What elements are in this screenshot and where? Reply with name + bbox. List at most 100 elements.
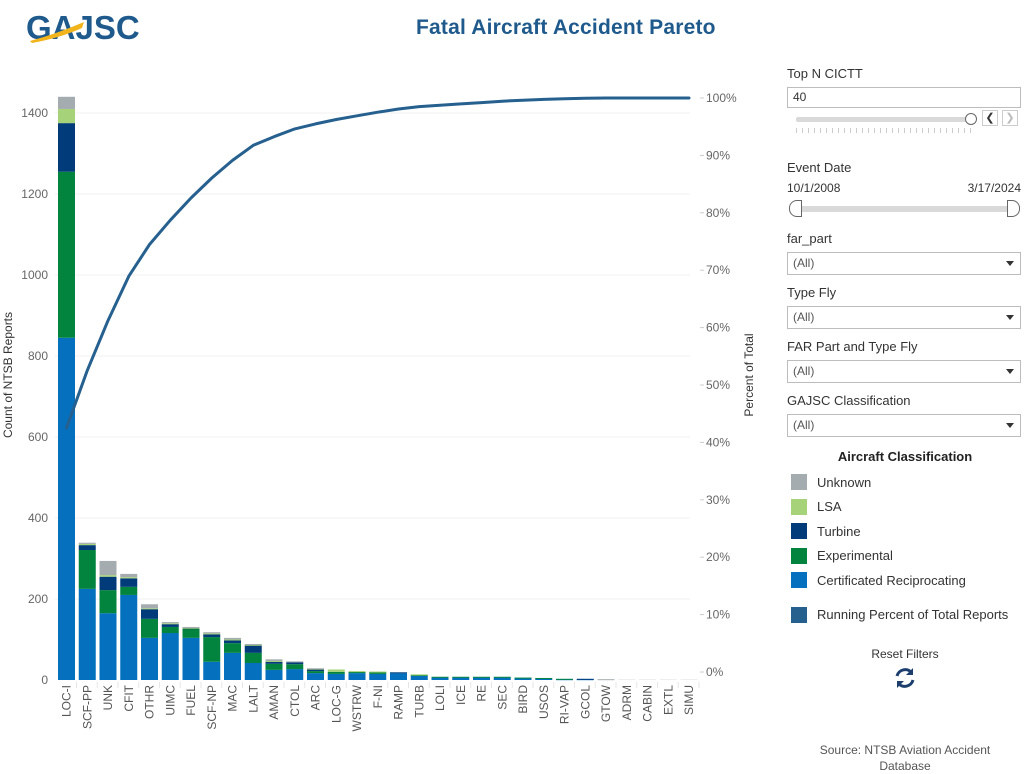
- bar-segment-lsa[interactable]: [410, 674, 428, 676]
- gajsc-classification-select[interactable]: (All): [787, 414, 1021, 437]
- bar-segment-empty[interactable]: [618, 679, 636, 680]
- bar-segment-experimental[interactable]: [514, 677, 532, 679]
- legend-item-certificated-reciprocating[interactable]: Certificated Reciprocating: [787, 568, 1023, 593]
- bar-segment-lsa[interactable]: [120, 577, 138, 579]
- bar-segment-experimental[interactable]: [203, 637, 221, 662]
- top-n-next-button[interactable]: ❯: [1002, 110, 1018, 126]
- event-date-track[interactable]: [793, 206, 1015, 212]
- bar-segment-turbine[interactable]: [203, 634, 221, 638]
- legend-item-unknown[interactable]: Unknown: [787, 470, 1023, 495]
- bar-segment-unknown[interactable]: [120, 573, 138, 578]
- event-date-start-handle[interactable]: [789, 200, 802, 217]
- bar-segment-experimental[interactable]: [286, 664, 304, 670]
- bar-segment-certificated-reciprocating[interactable]: [369, 673, 387, 680]
- bar-segment-certificated-reciprocating[interactable]: [286, 669, 304, 680]
- bar-segment-experimental[interactable]: [556, 678, 573, 680]
- bar-segment-lsa[interactable]: [348, 671, 366, 673]
- bar-segment-lsa[interactable]: [99, 575, 117, 577]
- bar-segment-lsa[interactable]: [161, 623, 179, 625]
- bar-segment-unknown[interactable]: [78, 542, 96, 544]
- bar-segment-unknown[interactable]: [203, 632, 221, 634]
- bar-segment-certificated-reciprocating[interactable]: [203, 661, 221, 680]
- legend-item-lsa[interactable]: LSA: [787, 495, 1023, 520]
- bar-segment-lsa[interactable]: [224, 639, 241, 641]
- bar-segment-unknown[interactable]: [182, 626, 200, 628]
- top-n-slider[interactable]: ❮ ❯: [787, 108, 1023, 138]
- bar-segment-certificated-reciprocating[interactable]: [452, 677, 470, 680]
- bar-segment-experimental[interactable]: [452, 676, 470, 678]
- bar-segment-experimental[interactable]: [120, 586, 138, 595]
- bar-segment-unknown[interactable]: [597, 679, 615, 681]
- bar-segment-experimental[interactable]: [161, 626, 179, 634]
- bar-segment-certificated-reciprocating[interactable]: [327, 673, 345, 680]
- top-n-prev-button[interactable]: ❮: [982, 110, 998, 126]
- legend-item-experimental[interactable]: Experimental: [787, 544, 1023, 569]
- bar-segment-unknown[interactable]: [141, 604, 158, 609]
- far-part-type-fly-select[interactable]: (All): [787, 360, 1021, 383]
- event-date-end-handle[interactable]: [1007, 200, 1020, 217]
- bar-segment-lsa[interactable]: [141, 608, 158, 610]
- bar-segment-experimental[interactable]: [58, 171, 75, 338]
- top-n-slider-thumb[interactable]: [965, 113, 977, 125]
- bar-segment-unknown[interactable]: [307, 668, 324, 670]
- event-date-range-slider[interactable]: [787, 199, 1023, 221]
- bar-segment-turbine[interactable]: [141, 609, 158, 619]
- bar-segment-turbine[interactable]: [58, 123, 75, 172]
- bar-segment-certificated-reciprocating[interactable]: [141, 637, 158, 680]
- bar-segment-turbine[interactable]: [161, 624, 179, 627]
- top-n-input[interactable]: 40: [787, 87, 1021, 108]
- bar-segment-lsa[interactable]: [58, 108, 75, 124]
- bar-segment-unknown[interactable]: [286, 661, 304, 663]
- bar-segment-experimental[interactable]: [141, 618, 158, 638]
- bar-segment-lsa[interactable]: [327, 669, 345, 672]
- bar-segment-unknown[interactable]: [244, 643, 262, 645]
- bar-segment-unknown[interactable]: [58, 96, 75, 109]
- bar-segment-unknown[interactable]: [224, 637, 241, 640]
- bar-segment-turbine[interactable]: [120, 578, 138, 587]
- bar-segment-certificated-reciprocating[interactable]: [348, 673, 366, 680]
- running-percent-line[interactable]: [65, 96, 691, 430]
- bar-segment-experimental[interactable]: [99, 590, 117, 614]
- bar-segment-experimental[interactable]: [535, 677, 553, 679]
- bar-segment-certificated-reciprocating[interactable]: [182, 637, 200, 680]
- bar-segment-certificated-reciprocating[interactable]: [473, 677, 490, 680]
- bar-segment-experimental[interactable]: [224, 643, 241, 653]
- bar-segment-lsa[interactable]: [78, 543, 96, 546]
- bar-segment-experimental[interactable]: [327, 671, 345, 674]
- bar-segment-turbine[interactable]: [244, 645, 262, 653]
- bar-segment-certificated-reciprocating[interactable]: [58, 337, 75, 680]
- bar-segment-certificated-reciprocating[interactable]: [410, 675, 428, 680]
- type-fly-select[interactable]: (All): [787, 306, 1021, 329]
- bar-segment-certificated-reciprocating[interactable]: [224, 652, 241, 680]
- bar-segment-turbine[interactable]: [78, 545, 96, 550]
- bar-segment-experimental[interactable]: [431, 676, 449, 678]
- bar-segment-empty[interactable]: [680, 679, 698, 680]
- bar-segment-empty[interactable]: [639, 679, 656, 680]
- bar-segment-certificated-reciprocating[interactable]: [120, 594, 138, 680]
- bar-segment-certificated-reciprocating[interactable]: [307, 673, 324, 680]
- bar-segment-certificated-reciprocating[interactable]: [493, 677, 511, 680]
- far-part-select[interactable]: (All): [787, 252, 1021, 275]
- bar-segment-unknown[interactable]: [161, 622, 179, 624]
- bar-segment-experimental[interactable]: [182, 628, 200, 638]
- bar-segment-certificated-reciprocating[interactable]: [99, 613, 117, 680]
- bar-segment-experimental[interactable]: [493, 676, 511, 678]
- reset-filters-button[interactable]: Reset Filters: [787, 647, 1023, 691]
- bar-segment-experimental[interactable]: [265, 663, 283, 670]
- bar-segment-turbine[interactable]: [265, 661, 283, 664]
- bar-segment-certificated-reciprocating[interactable]: [161, 633, 179, 680]
- bar-segment-turbine[interactable]: [576, 678, 594, 680]
- bar-segment-experimental[interactable]: [307, 671, 324, 674]
- bar-segment-certificated-reciprocating[interactable]: [514, 678, 532, 680]
- top-n-slider-track[interactable]: [796, 117, 972, 122]
- bar-segment-experimental[interactable]: [473, 676, 490, 678]
- bar-segment-turbine[interactable]: [286, 662, 304, 665]
- refresh-icon[interactable]: [892, 665, 918, 691]
- bar-segment-certificated-reciprocating[interactable]: [78, 588, 96, 680]
- bar-segment-certificated-reciprocating[interactable]: [390, 673, 407, 680]
- bar-segment-unknown[interactable]: [265, 659, 283, 661]
- bar-segment-turbine[interactable]: [99, 576, 117, 591]
- bar-segment-empty[interactable]: [659, 679, 677, 680]
- bar-segment-lsa[interactable]: [369, 671, 387, 673]
- bar-segment-lsa[interactable]: [265, 660, 283, 662]
